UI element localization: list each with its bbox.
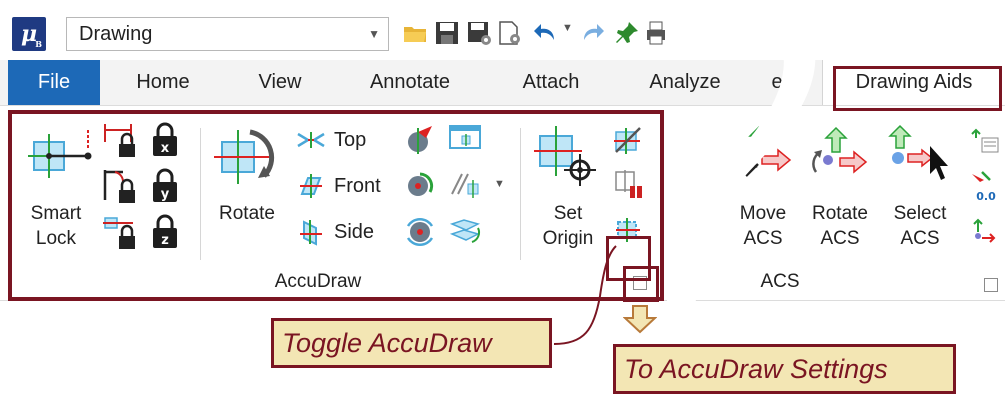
select-acs-label-2[interactable]: ACS: [880, 227, 960, 251]
acs-reset-icon[interactable]: 0.0: [970, 170, 1002, 202]
acs-define-icon[interactable]: [970, 216, 1002, 248]
rotate-acs-label-2[interactable]: ACS: [800, 227, 880, 251]
tab-annotate[interactable]: Annotate: [348, 60, 472, 105]
undo-dropdown-chevron-icon[interactable]: ▼: [562, 22, 573, 34]
tab-attach[interactable]: Attach: [501, 60, 601, 105]
workflow-select[interactable]: Drawing ▼: [66, 17, 389, 51]
toggle-callout-connector: [553, 245, 617, 345]
arrow-down-icon: [623, 305, 657, 334]
chevron-down-icon: ▼: [368, 27, 380, 41]
select-acs-icon[interactable]: [886, 124, 956, 184]
acs-group-label: ACS: [760, 271, 800, 292]
move-acs-icon[interactable]: [736, 126, 792, 180]
accudraw-launcher-highlight: [623, 266, 659, 302]
save-settings-icon[interactable]: [466, 20, 492, 46]
app-logo-sub: B: [35, 39, 42, 49]
save-icon[interactable]: [434, 20, 460, 46]
workflow-select-value: Drawing: [79, 23, 153, 45]
document-settings-icon[interactable]: [496, 20, 522, 46]
print-icon[interactable]: [644, 20, 670, 46]
acs-settings-launcher-icon[interactable]: [984, 278, 998, 292]
tab-file[interactable]: File: [8, 60, 100, 105]
undo-icon[interactable]: [532, 20, 558, 46]
drawing-aids-tab-highlight: [833, 66, 1002, 111]
rotate-acs-icon[interactable]: [810, 126, 868, 180]
move-acs-label-1[interactable]: Move: [726, 202, 800, 226]
select-acs-label-1[interactable]: Select: [880, 202, 960, 226]
tab-analyze[interactable]: Analyze: [632, 60, 738, 105]
quick-access-toolbar: μ B Drawing ▼ ▼: [0, 0, 1005, 58]
tab-partial[interactable]: es: [762, 60, 802, 105]
app-logo-icon[interactable]: μ B: [12, 17, 46, 51]
acs-reset-value: 0.0: [976, 190, 996, 202]
open-folder-icon[interactable]: [402, 20, 428, 46]
rotate-acs-label-1[interactable]: Rotate: [800, 202, 880, 226]
accudraw-settings-callout: To AccuDraw Settings: [613, 344, 956, 394]
move-acs-label-2[interactable]: ACS: [726, 227, 800, 251]
pin-icon[interactable]: [614, 20, 640, 46]
tab-home[interactable]: Home: [118, 60, 208, 105]
acs-list-icon[interactable]: [970, 128, 1000, 156]
redo-icon[interactable]: [580, 20, 606, 46]
toggle-accudraw-callout: Toggle AccuDraw: [271, 318, 552, 368]
tab-view[interactable]: View: [235, 60, 325, 105]
